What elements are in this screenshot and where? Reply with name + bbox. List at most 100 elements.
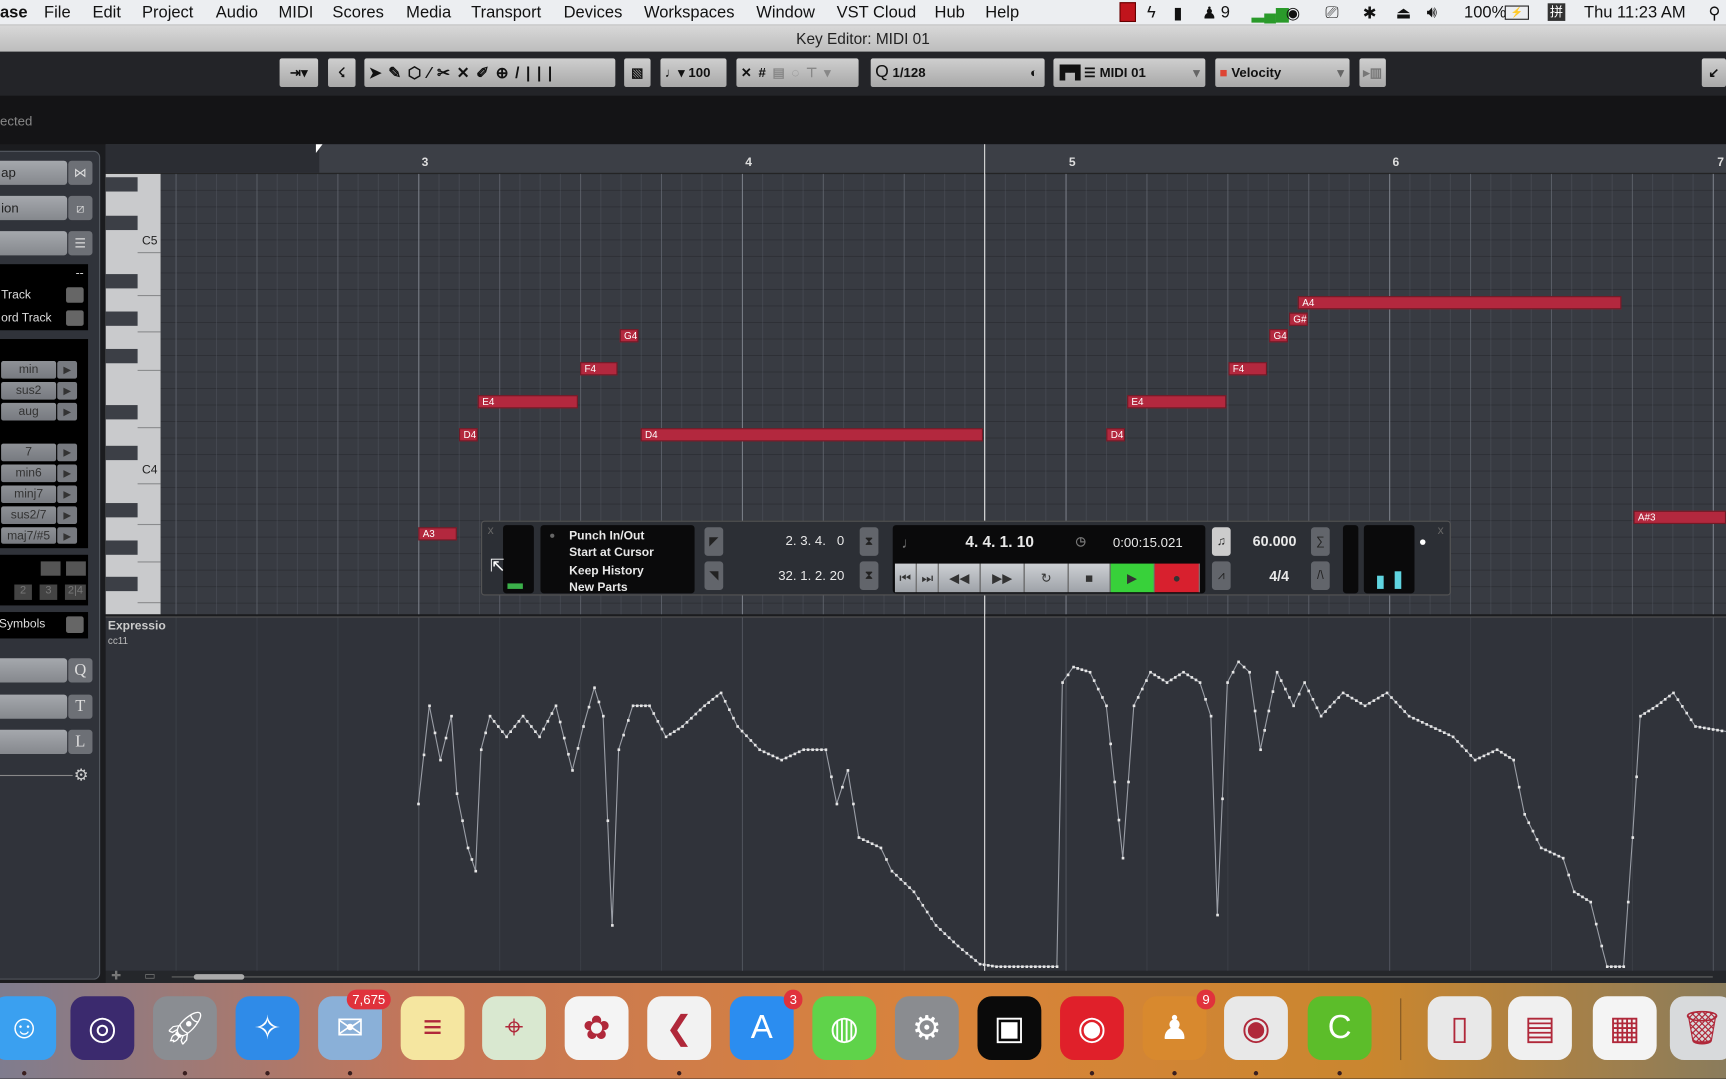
cc-event[interactable]: [1548, 850, 1552, 854]
cc-event[interactable]: [1403, 710, 1407, 713]
cc-event[interactable]: [1539, 846, 1543, 850]
cc-event[interactable]: [767, 752, 770, 756]
cc-event[interactable]: [1359, 701, 1363, 705]
cc-event[interactable]: [635, 704, 639, 708]
cc-event[interactable]: [1618, 965, 1621, 969]
cc-event[interactable]: [1500, 750, 1503, 754]
cc-event[interactable]: [1096, 687, 1100, 691]
cc-event[interactable]: [1605, 965, 1609, 969]
cc-event[interactable]: [899, 878, 903, 881]
cc-event[interactable]: [1512, 758, 1515, 762]
cc-event[interactable]: [576, 747, 580, 750]
cc-event[interactable]: [1315, 706, 1319, 710]
cc-event[interactable]: [681, 725, 684, 728]
cc-event[interactable]: [835, 802, 839, 806]
cc-event[interactable]: [648, 704, 651, 708]
cc-event[interactable]: [1204, 697, 1207, 701]
cc-event[interactable]: [1385, 691, 1389, 695]
cc-event[interactable]: [1594, 922, 1598, 926]
window-preview-2-icon[interactable]: ▦: [1592, 996, 1657, 1061]
cc-event[interactable]: [505, 735, 508, 739]
cc-event[interactable]: [1051, 965, 1054, 969]
cc-event[interactable]: [1372, 699, 1376, 702]
cc-event[interactable]: [1267, 709, 1271, 713]
chrome-icon[interactable]: ◉: [1224, 996, 1288, 1061]
wechat-icon[interactable]: ◍: [812, 996, 877, 1061]
cc-event[interactable]: [711, 697, 715, 701]
finder-icon[interactable]: ☺: [0, 996, 57, 1061]
cc-event[interactable]: [875, 844, 878, 848]
cc-event[interactable]: [652, 712, 656, 715]
cc-event[interactable]: [749, 739, 753, 742]
punch-mode[interactable]: Punch In/Out: [569, 529, 644, 542]
cc-event[interactable]: [815, 748, 819, 752]
cc-event[interactable]: [1655, 704, 1659, 708]
cc-event[interactable]: [995, 965, 998, 969]
cc-event[interactable]: [1008, 965, 1011, 969]
cc-event[interactable]: [1161, 678, 1165, 682]
cc-event[interactable]: [802, 748, 805, 752]
cc-event[interactable]: [912, 890, 916, 894]
cc-event[interactable]: [617, 748, 621, 752]
cc-event[interactable]: [1279, 679, 1283, 682]
cc-event[interactable]: [1622, 965, 1626, 969]
cc-event[interactable]: [824, 748, 828, 752]
cc-event[interactable]: [1311, 697, 1315, 701]
cc-event[interactable]: [758, 748, 761, 752]
cc-event[interactable]: [1676, 698, 1680, 701]
screen-capture-icon[interactable]: ▣: [977, 996, 1042, 1061]
cc-event[interactable]: [1557, 854, 1561, 858]
cc-event[interactable]: [546, 720, 550, 723]
cc-event[interactable]: [542, 727, 545, 731]
cc-event[interactable]: [1169, 678, 1173, 682]
cc-event[interactable]: [1271, 690, 1275, 693]
cc-event[interactable]: [1482, 754, 1486, 758]
cc-event[interactable]: [719, 691, 723, 695]
cc-event[interactable]: [1341, 691, 1345, 695]
cc-event[interactable]: [999, 965, 1003, 969]
cc-event[interactable]: [1237, 660, 1240, 664]
cc-event[interactable]: [1394, 700, 1398, 704]
cc-event[interactable]: [455, 792, 459, 795]
cc-event[interactable]: [857, 836, 861, 839]
cc-event[interactable]: [690, 716, 693, 720]
cc-event[interactable]: [986, 964, 990, 967]
horizontal-scrollbar[interactable]: ✚ ▭: [105, 970, 1726, 983]
cc-event[interactable]: [639, 704, 643, 708]
cc-event[interactable]: [1088, 670, 1092, 674]
cc-event[interactable]: [925, 910, 929, 914]
cc-event[interactable]: [461, 819, 464, 823]
cc-event[interactable]: [1460, 744, 1464, 748]
photos-icon[interactable]: ✿: [564, 996, 629, 1061]
cc-event[interactable]: [1113, 780, 1117, 784]
cc-event[interactable]: [1025, 965, 1029, 969]
cc-event[interactable]: [538, 735, 541, 739]
cc-event[interactable]: [1508, 756, 1511, 759]
cc-event[interactable]: [1061, 681, 1064, 684]
cubase-icon[interactable]: ❮: [647, 996, 712, 1061]
cc-event[interactable]: [1698, 725, 1702, 729]
cc-event[interactable]: [450, 714, 453, 718]
cc-event[interactable]: [1190, 676, 1194, 679]
launchpad-icon[interactable]: 🚀︎: [153, 996, 217, 1061]
cc-event[interactable]: [1003, 965, 1007, 969]
cc-event[interactable]: [934, 924, 938, 927]
cc-event[interactable]: [1523, 813, 1526, 816]
cc-event[interactable]: [1376, 696, 1380, 700]
cc-event[interactable]: [1140, 687, 1144, 691]
camtasia-icon[interactable]: C: [1307, 996, 1372, 1061]
cc-event[interactable]: [1659, 701, 1663, 704]
signature-button[interactable]: /\: [1311, 561, 1330, 591]
cc-event[interactable]: [1209, 714, 1213, 718]
cc-event[interactable]: [952, 940, 955, 944]
cc-event[interactable]: [1495, 748, 1499, 752]
cc-event[interactable]: [841, 785, 844, 789]
cc-event[interactable]: [677, 727, 680, 731]
cc-event[interactable]: [1132, 704, 1136, 708]
cc-event[interactable]: [1478, 756, 1481, 760]
cc-event[interactable]: [1567, 873, 1571, 877]
cc-event[interactable]: [1186, 673, 1190, 677]
cc-event[interactable]: [1720, 729, 1724, 733]
cc-event[interactable]: [501, 730, 504, 734]
cc-event[interactable]: [1021, 965, 1024, 969]
